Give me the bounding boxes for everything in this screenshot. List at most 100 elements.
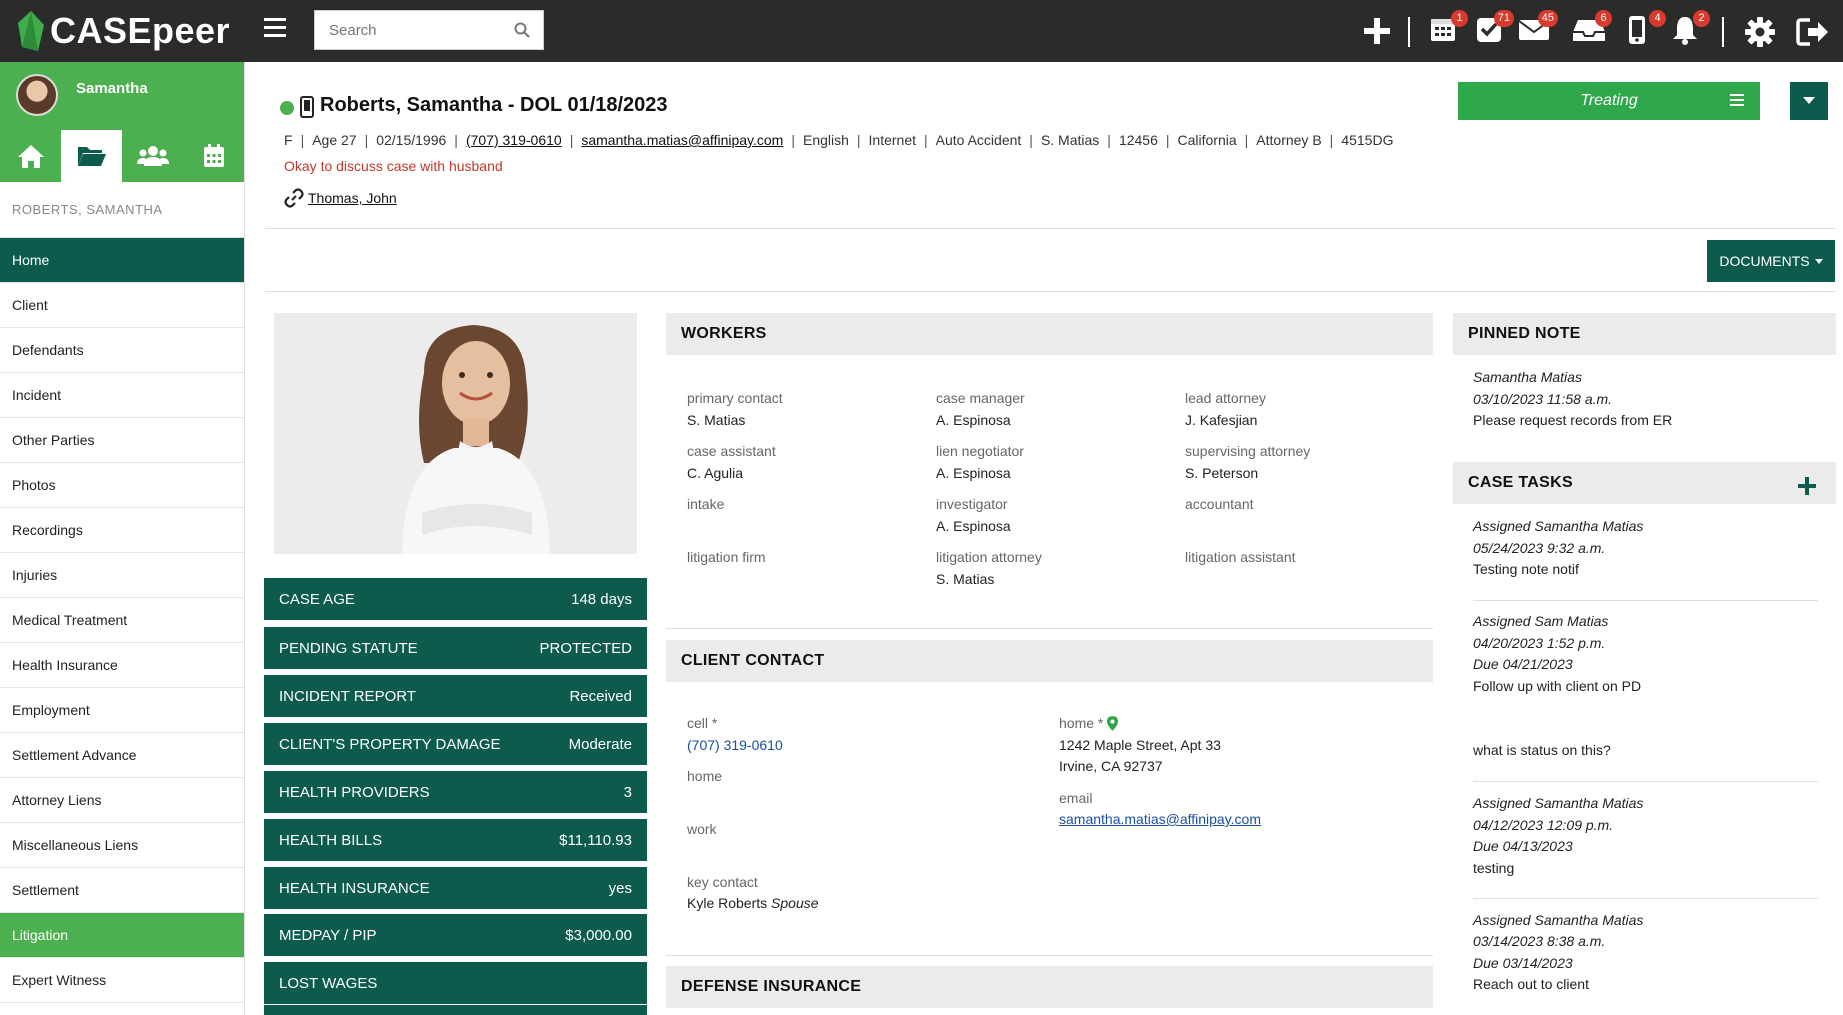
worker-name[interactable]: A. Espinosa <box>936 412 1011 428</box>
worker-name[interactable]: C. Agulia <box>687 465 743 481</box>
messages-button[interactable]: 45 <box>1518 10 1558 48</box>
home-address-label: home * <box>1059 715 1104 731</box>
key-contact-name: Kyle Roberts <box>687 895 768 911</box>
address-line-1: 1242 Maple Street, Apt 33 <box>1059 737 1221 753</box>
add-icon[interactable] <box>1362 16 1392 46</box>
status-options-button[interactable] <box>1790 82 1828 120</box>
stat-row[interactable]: HEALTH INSURANCE yes <box>264 867 647 909</box>
messages-badge: 45 <box>1537 10 1558 27</box>
sidebar-item-photos[interactable]: Photos <box>0 463 244 508</box>
search-box <box>314 10 544 50</box>
case-status-dropdown[interactable]: Treating <box>1458 82 1760 120</box>
inbox-button[interactable]: 6 <box>1572 10 1612 48</box>
menu-toggle-icon[interactable] <box>264 18 286 38</box>
worker-name[interactable]: S. Matias <box>687 412 745 428</box>
task-text[interactable]: Reach out to client <box>1473 976 1589 992</box>
stat-row[interactable]: INCIDENT REPORT Received <box>264 675 647 717</box>
add-task-plus-icon[interactable] <box>1798 477 1816 495</box>
tab-case-files[interactable] <box>61 130 122 182</box>
tasks-button[interactable]: 71 <box>1474 10 1514 48</box>
stat-row[interactable]: HEALTH BILLS $11,110.93 <box>264 819 647 861</box>
sidebar-item-expert-witness[interactable]: Expert Witness <box>0 958 244 1003</box>
mobile-phone-icon <box>1629 16 1645 44</box>
worker-role-label: lead attorney <box>1185 390 1266 406</box>
sidebar-item-litigation[interactable]: Litigation <box>0 913 244 958</box>
linked-contact[interactable]: Thomas, John <box>284 188 397 208</box>
task-comment: what is status on this? <box>1473 742 1611 758</box>
users-icon <box>136 146 169 166</box>
caret-down-icon <box>1814 258 1823 264</box>
referral-source: Internet <box>868 132 917 148</box>
client-contact-header: CLIENT CONTACT <box>666 640 1433 682</box>
calendar-badge: 1 <box>1451 10 1468 27</box>
task-assigned: Assigned Samantha Matias <box>1473 518 1644 534</box>
sidebar-item-defendants[interactable]: Defendants <box>0 328 244 373</box>
tab-home[interactable] <box>0 130 61 182</box>
task-text[interactable]: Testing note notif <box>1473 561 1579 577</box>
sidebar-username[interactable]: Samantha <box>76 80 148 97</box>
task-date: 03/14/2023 8:38 a.m. <box>1473 933 1606 949</box>
stat-row[interactable]: MEDPAY / PIP $3,000.00 <box>264 914 647 956</box>
worker-name[interactable]: S. Peterson <box>1185 465 1258 481</box>
worker-name[interactable]: A. Espinosa <box>936 518 1011 534</box>
notifications-button[interactable]: 2 <box>1670 10 1710 48</box>
settings-gear-icon[interactable] <box>1744 16 1776 48</box>
case-alert-note: Okay to discuss case with husband <box>284 158 503 174</box>
sidebar-case-name: ROBERTS, SAMANTHA <box>0 182 244 238</box>
search-input[interactable] <box>315 11 505 49</box>
phone-link[interactable]: (707) 319-0610 <box>466 132 562 148</box>
divider <box>1473 898 1818 899</box>
sidebar-item-employment[interactable]: Employment <box>0 688 244 733</box>
worker-name[interactable]: S. Matias <box>936 571 994 587</box>
stat-value: Received <box>569 687 632 705</box>
task-text[interactable]: Follow up with client on PD <box>1473 678 1641 694</box>
stat-row[interactable]: CLIENT'S PROPERTY DAMAGE Moderate <box>264 723 647 765</box>
stat-row[interactable]: HEALTH PROVIDERS 3 <box>264 771 647 813</box>
casepeer-logo[interactable]: CASEpeer <box>18 8 230 54</box>
sidebar-item-settlement[interactable]: Settlement <box>0 868 244 913</box>
worker-name[interactable]: A. Espinosa <box>936 465 1011 481</box>
documents-button[interactable]: DOCUMENTS <box>1707 240 1835 282</box>
pinned-note-author: Samantha Matias <box>1473 369 1582 385</box>
linked-contact-name[interactable]: Thomas, John <box>308 190 397 206</box>
task-date: 04/12/2023 12:09 p.m. <box>1473 817 1614 833</box>
email-link[interactable]: samantha.matias@affinipay.com <box>581 132 783 148</box>
sidebar-item-client[interactable]: Client <box>0 283 244 328</box>
stat-row[interactable]: PENDING STATUTE PROTECTED <box>264 627 647 669</box>
sidebar-item-settlement-advance[interactable]: Settlement Advance <box>0 733 244 778</box>
client-photo[interactable] <box>274 313 637 554</box>
texts-button[interactable]: 4 <box>1626 10 1666 48</box>
age: Age 27 <box>312 132 357 148</box>
sidebar-item-injuries[interactable]: Injuries <box>0 553 244 598</box>
sidebar-item-home[interactable]: Home <box>0 238 244 283</box>
task-text[interactable]: testing <box>1473 860 1514 876</box>
sidebar-item-other-parties[interactable]: Other Parties <box>0 418 244 463</box>
tab-calendar[interactable] <box>183 130 244 182</box>
stat-row[interactable]: CASE AGE 148 days <box>264 578 647 620</box>
sidebar-item-attorney-liens[interactable]: Attorney Liens <box>0 778 244 823</box>
sidebar-item-discovery[interactable]: Discovery <box>0 1003 244 1015</box>
case-tasks-header: CASE TASKS <box>1453 462 1836 504</box>
sidebar-item-miscellaneous-liens[interactable]: Miscellaneous Liens <box>0 823 244 868</box>
calendar-button[interactable]: 1 <box>1428 10 1468 48</box>
toolbar-divider <box>1408 17 1410 47</box>
worker-role-label: supervising attorney <box>1185 443 1311 459</box>
stat-label: HEALTH BILLS <box>279 831 383 849</box>
cell-value[interactable]: (707) 319-0610 <box>687 737 783 753</box>
date-of-birth: 02/15/1996 <box>376 132 447 148</box>
sidebar-item-incident[interactable]: Incident <box>0 373 244 418</box>
worker-name[interactable]: J. Kafesjian <box>1185 412 1257 428</box>
search-icon[interactable] <box>513 21 531 39</box>
avatar[interactable] <box>16 74 58 116</box>
stat-row[interactable]: LOST WAGES <box>264 962 647 1004</box>
task-due: Due 04/13/2023 <box>1473 838 1573 854</box>
sidebar-item-recordings[interactable]: Recordings <box>0 508 244 553</box>
tab-contacts[interactable] <box>122 130 183 182</box>
sidebar-item-health-insurance[interactable]: Health Insurance <box>0 643 244 688</box>
mobile-phone-icon <box>300 96 314 118</box>
task-assigned: Assigned Samantha Matias <box>1473 795 1644 811</box>
sidebar-item-medical-treatment[interactable]: Medical Treatment <box>0 598 244 643</box>
email-value[interactable]: samantha.matias@affinipay.com <box>1059 811 1261 827</box>
map-pin-icon[interactable] <box>1107 715 1119 731</box>
logout-icon[interactable] <box>1796 16 1830 48</box>
